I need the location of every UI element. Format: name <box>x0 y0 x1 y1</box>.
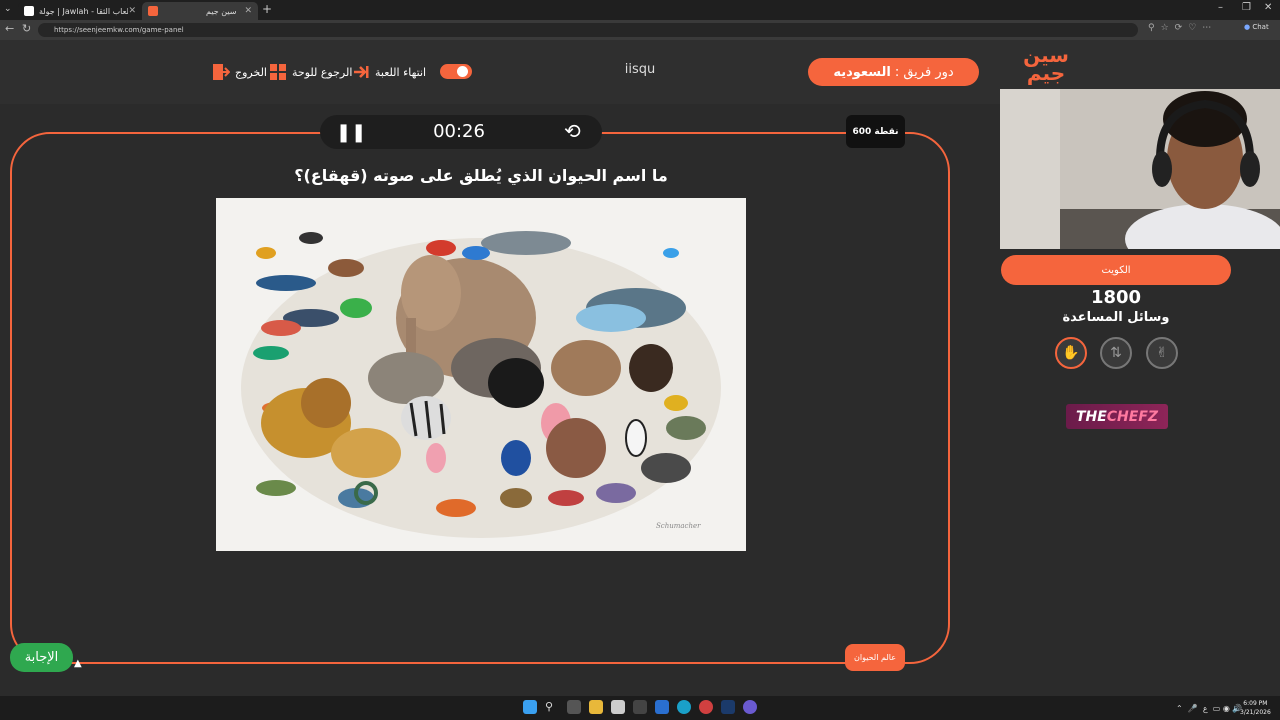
close-tab-icon[interactable]: ✕ <box>244 6 252 16</box>
team-score: 1800 <box>1090 287 1142 308</box>
sponsor-text-right: CHEFZ <box>1106 408 1159 425</box>
grid-icon <box>270 64 286 80</box>
back-label: الرجوع للوحة <box>292 65 353 79</box>
clock-date: 3/21/2026 <box>1240 709 1271 716</box>
seenjeem-favicon-icon <box>148 6 158 16</box>
sponsor-text-left: THE <box>1075 408 1107 425</box>
store-icon[interactable] <box>611 700 625 714</box>
system-tray[interactable]: ⌃ 🎤 ع ▭ ◉ 🔊 <box>1176 704 1242 713</box>
close-tab-icon[interactable]: ✕ <box>128 6 136 16</box>
jawlah-favicon-icon <box>24 6 34 16</box>
end-game-label: انتهاء اللعبة <box>375 65 427 79</box>
copilot-icon: ● <box>1244 23 1251 31</box>
mouse-cursor-icon: ▲ <box>74 658 82 669</box>
chat-button[interactable]: ● Chat <box>1244 23 1269 31</box>
swap-icon[interactable]: ⇅ <box>1100 337 1132 369</box>
new-tab-icon[interactable]: + <box>262 2 272 16</box>
sponsor-logo: THE CHEFZ <box>1066 404 1168 429</box>
end-game-button[interactable]: انتهاء اللعبة <box>352 62 426 82</box>
back-to-board-button[interactable]: الرجوع للوحة <box>269 62 352 82</box>
toolbar-icons[interactable]: ⚲☆⟳♡⋯ <box>1148 23 1217 33</box>
browser-tab-jawlah[interactable]: جولة | Jawlah - منصة الألعاب الثقا... ✕ <box>18 2 142 20</box>
app-icon[interactable] <box>633 700 647 714</box>
taskbar-clock[interactable]: 6:09 PM 3/21/2026 <box>1240 699 1271 717</box>
chat-label: Chat <box>1252 23 1269 31</box>
exit-label: الخروج <box>235 65 267 79</box>
browser-tab-seenjeem[interactable]: سين جيم ✕ <box>142 2 258 20</box>
tab-title: سين جيم <box>206 6 237 16</box>
webcam-person-image <box>1000 89 1280 249</box>
exit-icon <box>213 64 230 80</box>
mail-icon[interactable] <box>655 700 669 714</box>
start-icon[interactable] <box>523 700 537 714</box>
question-text: ما اسم الحيوان الذي يُطلق على صوته (قهقا… <box>294 166 668 185</box>
opponent-team-pill: الكويت <box>1001 255 1231 285</box>
chrome-icon[interactable] <box>699 700 713 714</box>
maximize-icon[interactable]: ❐ <box>1242 2 1251 13</box>
tab-menu-icon[interactable]: ⌄ <box>4 4 12 14</box>
url-field[interactable]: https://seenjeemkw.com/game-panel <box>38 23 1138 37</box>
pause-icon[interactable]: ❚❚ <box>336 122 366 143</box>
minimize-icon[interactable]: – <box>1218 2 1223 13</box>
question-image: Schumacher <box>216 198 746 551</box>
tab-title: جولة | Jawlah - منصة الألعاب الثقا... <box>38 6 129 16</box>
webcam-feed <box>1000 89 1280 249</box>
steam-icon[interactable] <box>721 700 735 714</box>
arrow-icon <box>354 66 369 78</box>
animals-collage-image: Schumacher <box>216 198 746 551</box>
edge-icon[interactable] <box>677 700 691 714</box>
refresh-icon[interactable]: ↻ <box>22 22 31 35</box>
category-badge: عالم الحيوان <box>845 644 905 671</box>
turn-team: السعوديه <box>833 64 891 80</box>
reset-icon[interactable]: ⟲ <box>564 119 581 143</box>
seenjeem-logo: سين جيم <box>1023 43 1069 85</box>
back-icon[interactable]: ← <box>5 22 14 35</box>
task-view-icon[interactable] <box>567 700 581 714</box>
points-badge: 600 نقطة <box>846 115 905 148</box>
close-window-icon[interactable]: ✕ <box>1264 2 1272 13</box>
discord-icon[interactable] <box>743 700 757 714</box>
team-name: iisqu <box>624 62 656 77</box>
end-game-toggle[interactable] <box>440 64 472 79</box>
answer-button[interactable]: الإجابة <box>10 643 73 672</box>
exit-button[interactable]: الخروج <box>212 62 267 82</box>
turn-indicator: دور فريق : السعوديه <box>808 58 979 86</box>
peace-icon[interactable]: ✌ <box>1146 337 1178 369</box>
file-explorer-icon[interactable] <box>589 700 603 714</box>
turn-label: دور فريق : <box>894 64 954 80</box>
hand-icon[interactable]: ✋ <box>1055 337 1087 369</box>
language-indicator: ع <box>1202 704 1208 713</box>
helpers-title: وسائل المساعدة <box>1062 310 1170 325</box>
search-icon[interactable]: ⚲ <box>545 700 559 714</box>
image-signature: Schumacher <box>656 522 701 530</box>
timer-display: 00:26 <box>433 121 485 142</box>
clock-time: 6:09 PM <box>1243 700 1268 707</box>
